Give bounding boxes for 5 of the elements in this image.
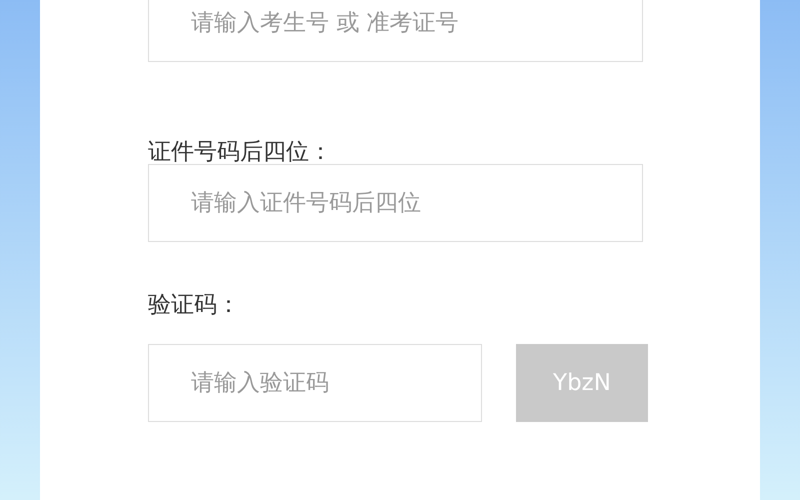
field-label: 验证码： <box>148 293 241 317</box>
field-label: 证件号码后四位： <box>148 140 333 164</box>
input-field[interactable]: 请输入证件号码后四位 <box>148 164 643 242</box>
input-field[interactable]: 请输入验证码 <box>148 344 482 422</box>
input-field[interactable]: 请输入考生号 或 准考证号 <box>148 0 643 62</box>
